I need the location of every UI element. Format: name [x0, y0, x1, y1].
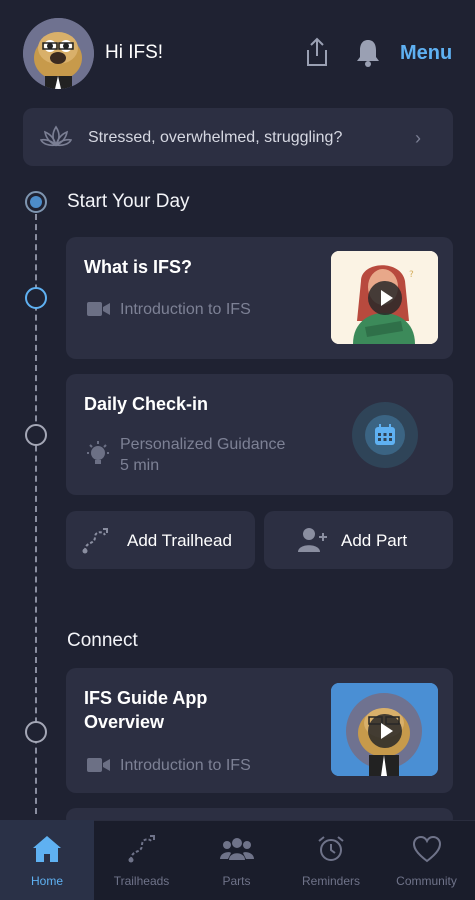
card-duration: 5 min	[120, 457, 160, 474]
trailhead-icon	[81, 527, 111, 560]
nav-item-community[interactable]: Community	[378, 820, 475, 900]
timeline-dot	[25, 287, 47, 309]
add-person-icon	[298, 527, 328, 558]
add-trailhead-label: Add Trailhead	[127, 531, 232, 550]
heart-icon	[412, 835, 441, 863]
dog-avatar-image	[23, 18, 94, 89]
greeting-text: Hi IFS!	[105, 42, 164, 63]
timeline-dot	[25, 424, 47, 446]
calendar-icon	[375, 424, 395, 445]
menu-link[interactable]: Menu	[400, 42, 452, 65]
play-icon[interactable]	[368, 281, 402, 315]
share-icon[interactable]	[302, 36, 332, 68]
trailhead-icon	[128, 835, 155, 863]
timeline-dot-active	[25, 191, 47, 213]
section-title-start-day: Start Your Day	[67, 191, 190, 212]
card-title-line2: Overview	[84, 712, 165, 732]
nav-item-parts[interactable]: Parts	[189, 820, 284, 900]
nav-item-home[interactable]: Home	[0, 820, 94, 900]
play-icon[interactable]	[368, 714, 402, 748]
card-subtitle: Introduction to IFS	[120, 757, 251, 774]
nav-label: Home	[30, 874, 63, 888]
section-title-connect: Connect	[67, 630, 138, 651]
card-title: What is IFS?	[84, 257, 192, 277]
lotus-icon	[39, 125, 73, 154]
video-icon	[87, 756, 111, 779]
timeline-dot	[25, 721, 47, 743]
nav-label: Reminders	[301, 874, 361, 888]
nav-label: Parts	[222, 874, 251, 888]
nav-label: Community	[396, 874, 457, 888]
parts-icon	[219, 838, 254, 860]
nav-item-trailheads[interactable]: Trailheads	[94, 820, 189, 900]
lightbulb-icon	[86, 440, 110, 473]
banner-text: Stressed, overwhelmed, struggling?	[88, 129, 343, 146]
add-part-label: Add Part	[341, 531, 408, 550]
home-icon	[33, 836, 61, 862]
card-subtitle: Introduction to IFS	[120, 301, 251, 318]
bell-icon[interactable]	[353, 36, 383, 68]
calendar-button[interactable]	[352, 402, 418, 468]
nav-item-reminders[interactable]: Reminders	[284, 820, 378, 900]
svg-text:?: ?	[409, 270, 414, 280]
card-subtitle: Personalized Guidance	[120, 436, 286, 453]
card-title-line1: IFS Guide App	[84, 688, 208, 708]
video-thumbnail[interactable]: ?	[331, 251, 438, 344]
video-icon	[87, 300, 111, 323]
card-title: Daily Check-in	[84, 394, 209, 414]
avatar[interactable]	[23, 18, 94, 89]
video-thumbnail[interactable]	[331, 683, 438, 776]
alarm-clock-icon	[318, 836, 344, 861]
chevron-right-icon: ›	[415, 128, 421, 148]
nav-label: Trailheads	[113, 874, 170, 888]
